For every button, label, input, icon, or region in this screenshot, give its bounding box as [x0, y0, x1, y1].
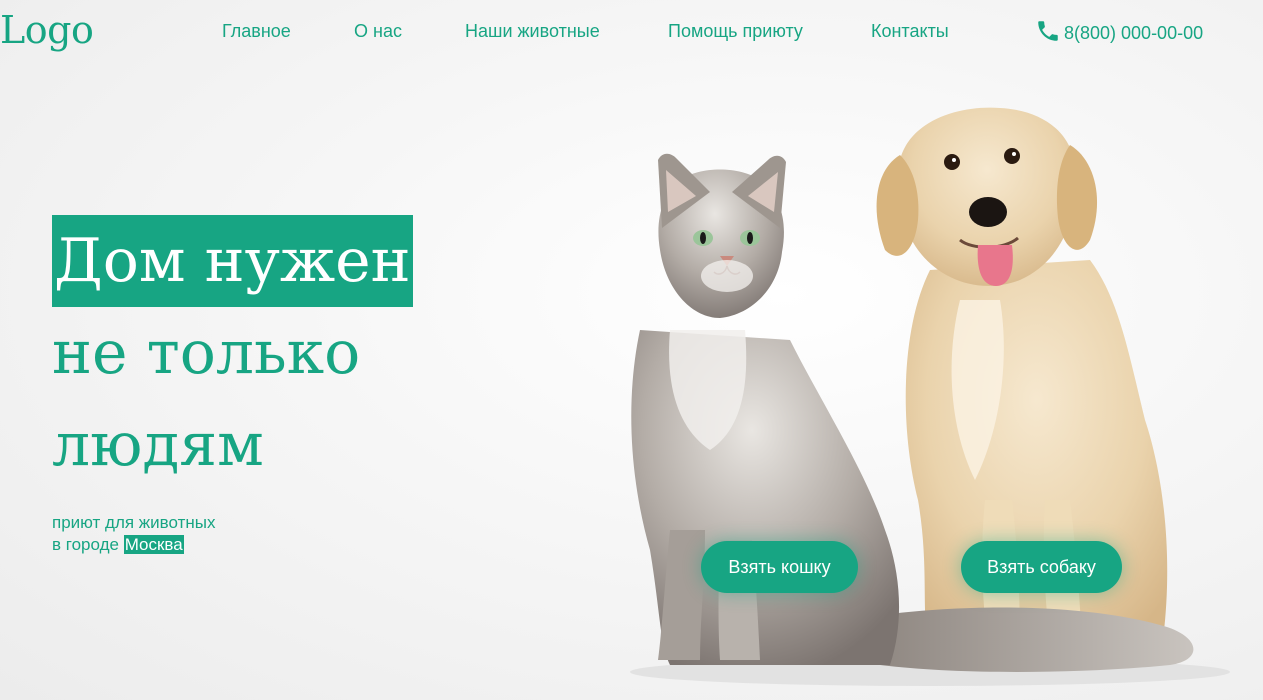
city-highlight: Москва — [123, 535, 184, 554]
nav-item-main[interactable]: Главное — [222, 20, 291, 42]
hero-line-2: не только — [52, 318, 361, 388]
hero-line-highlight: Дом нужен — [52, 215, 413, 307]
subtitle-line-2: в городе Москва — [52, 534, 216, 556]
subtitle-prefix: в городе — [52, 535, 119, 554]
nav-item-contacts[interactable]: Контакты — [871, 20, 949, 42]
phone-number: 8(800) 000-00-00 — [1064, 22, 1204, 43]
nav-item-help-shelter[interactable]: Помощь приюту — [668, 20, 803, 42]
phone-icon — [1035, 18, 1061, 49]
take-cat-button[interactable]: Взять кошку — [701, 541, 858, 593]
hero-line-3: людям — [52, 410, 264, 480]
subtitle-line-1: приют для животных — [52, 513, 216, 532]
cat-and-dog-image — [630, 107, 1230, 686]
nav-item-about[interactable]: О нас — [354, 20, 402, 42]
hero-subtitle: приют для животных в городе Москва — [52, 512, 216, 556]
take-dog-button[interactable]: Взять собаку — [961, 541, 1122, 593]
hero-heading: Дом нужен не только людям — [52, 215, 413, 491]
phone-link[interactable]: 8(800) 000-00-00 — [1035, 20, 1203, 46]
nav-item-our-animals[interactable]: Наши животные — [465, 20, 600, 42]
